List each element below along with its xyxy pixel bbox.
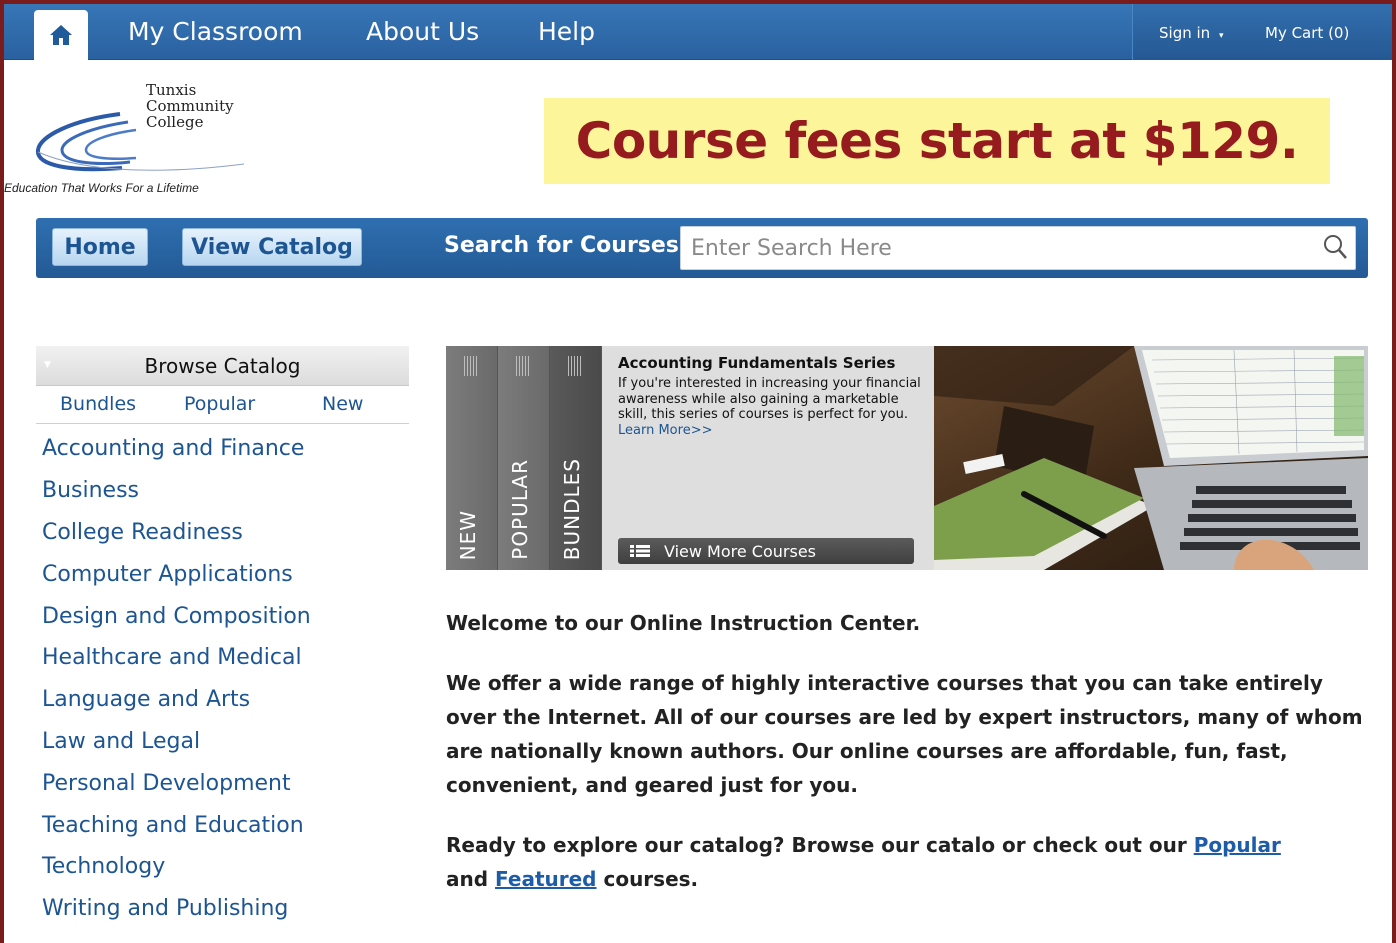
category-link[interactable]: Computer Applications [42, 562, 293, 587]
search-toolbar: Home View Catalog Search for Courses: [36, 218, 1368, 278]
browse-catalog-title: Browse Catalog [144, 353, 301, 378]
search-icon[interactable] [1320, 232, 1350, 262]
carousel-tab-label: BUNDLES [560, 457, 584, 560]
carousel-tab-new[interactable]: NEW [446, 346, 498, 570]
category-link[interactable]: Writing and Publishing [42, 896, 288, 921]
view-more-courses-button[interactable]: View More Courses [618, 538, 914, 564]
category-link[interactable]: Language and Arts [42, 687, 250, 712]
account-area: Sign in ▾ My Cart (0) [1132, 4, 1392, 60]
grip-icon [568, 356, 582, 376]
caret-down-icon: ▼ [44, 360, 51, 370]
courses-suffix: courses. [603, 867, 699, 891]
nav-my-classroom[interactable]: My Classroom [128, 17, 303, 46]
featured-description: If you're interested in increasing your … [618, 376, 928, 438]
category-list: Accounting and Finance Business College … [42, 428, 412, 930]
list-item: Teaching and Education [42, 804, 412, 846]
nav-about-us[interactable]: About Us [366, 17, 479, 46]
featured-description-text: If you're interested in increasing your … [618, 376, 921, 422]
tab-new[interactable]: New [322, 393, 363, 415]
cart-link[interactable]: My Cart (0) [1265, 24, 1349, 42]
college-name: Tunxis Community College [146, 81, 234, 131]
list-item: Technology [42, 846, 412, 888]
top-navigation-bar: My Classroom About Us Help Sign in ▾ My … [4, 4, 1392, 60]
welcome-body: We offer a wide range of highly interact… [446, 671, 1363, 797]
list-item: Computer Applications [42, 553, 412, 595]
explore-text: Ready to explore our catalog? Browse our… [446, 833, 1187, 857]
promo-text: Course fees start at $129. [575, 112, 1299, 170]
welcome-section: Welcome to our Online Instruction Center… [446, 606, 1366, 896]
list-item: College Readiness [42, 512, 412, 554]
search-label: Search for Courses: [444, 233, 688, 258]
category-link[interactable]: Accounting and Finance [42, 436, 304, 461]
learn-more-link[interactable]: Learn More>> [618, 423, 712, 438]
promo-banner: Course fees start at $129. [544, 98, 1330, 184]
explore-paragraph: Ready to explore our catalog? Browse our… [446, 828, 1366, 896]
home-button[interactable]: Home [52, 228, 148, 266]
category-link[interactable]: Law and Legal [42, 729, 200, 754]
grip-icon [516, 356, 530, 376]
nav-help[interactable]: Help [538, 17, 595, 46]
chevron-down-icon: ▾ [1218, 31, 1224, 41]
carousel-tab-label: NEW [456, 509, 480, 560]
college-tagline: Education That Works For a Lifetime [4, 181, 199, 195]
home-tab[interactable] [34, 10, 88, 60]
search-input[interactable] [680, 226, 1356, 270]
sign-in-dropdown[interactable]: Sign in ▾ [1159, 24, 1223, 42]
category-link[interactable]: Technology [42, 854, 165, 879]
category-link[interactable]: Business [42, 478, 139, 503]
list-item: Language and Arts [42, 679, 412, 721]
carousel-tab-bundles[interactable]: BUNDLES [550, 346, 602, 570]
tab-bundles[interactable]: Bundles [60, 393, 136, 415]
list-item: Business [42, 470, 412, 512]
home-icon [50, 25, 72, 45]
popular-link[interactable]: Popular [1194, 833, 1281, 857]
category-link[interactable]: Personal Development [42, 771, 291, 796]
list-item: Design and Composition [42, 595, 412, 637]
category-link[interactable]: Healthcare and Medical [42, 645, 302, 670]
view-more-label: View More Courses [664, 541, 816, 561]
list-item: Healthcare and Medical [42, 637, 412, 679]
tab-popular[interactable]: Popular [184, 393, 255, 415]
grip-icon [464, 356, 478, 376]
list-item: Personal Development [42, 762, 412, 804]
list-item: Writing and Publishing [42, 888, 412, 930]
list-item: Accounting and Finance [42, 428, 412, 470]
featured-title: Accounting Fundamentals Series [618, 354, 896, 372]
browse-tabs: Bundles Popular New [36, 390, 409, 424]
category-link[interactable]: College Readiness [42, 520, 243, 545]
view-catalog-button[interactable]: View Catalog [182, 228, 362, 266]
featured-carousel: NEW POPULAR BUNDLES Accounting Fundament… [446, 346, 1368, 570]
sign-in-label: Sign in [1159, 24, 1211, 42]
carousel-tab-popular[interactable]: POPULAR [498, 346, 550, 570]
category-link[interactable]: Design and Composition [42, 604, 311, 629]
featured-image [934, 346, 1368, 570]
browse-catalog-header[interactable]: ▼ Browse Catalog [36, 346, 409, 386]
carousel-tab-label: POPULAR [508, 459, 532, 560]
welcome-heading: Welcome to our Online Instruction Center… [446, 611, 921, 635]
list-icon [630, 545, 650, 557]
list-item: Law and Legal [42, 721, 412, 763]
featured-link[interactable]: Featured [495, 867, 596, 891]
category-link[interactable]: Teaching and Education [42, 813, 304, 838]
and-text: and [446, 867, 489, 891]
